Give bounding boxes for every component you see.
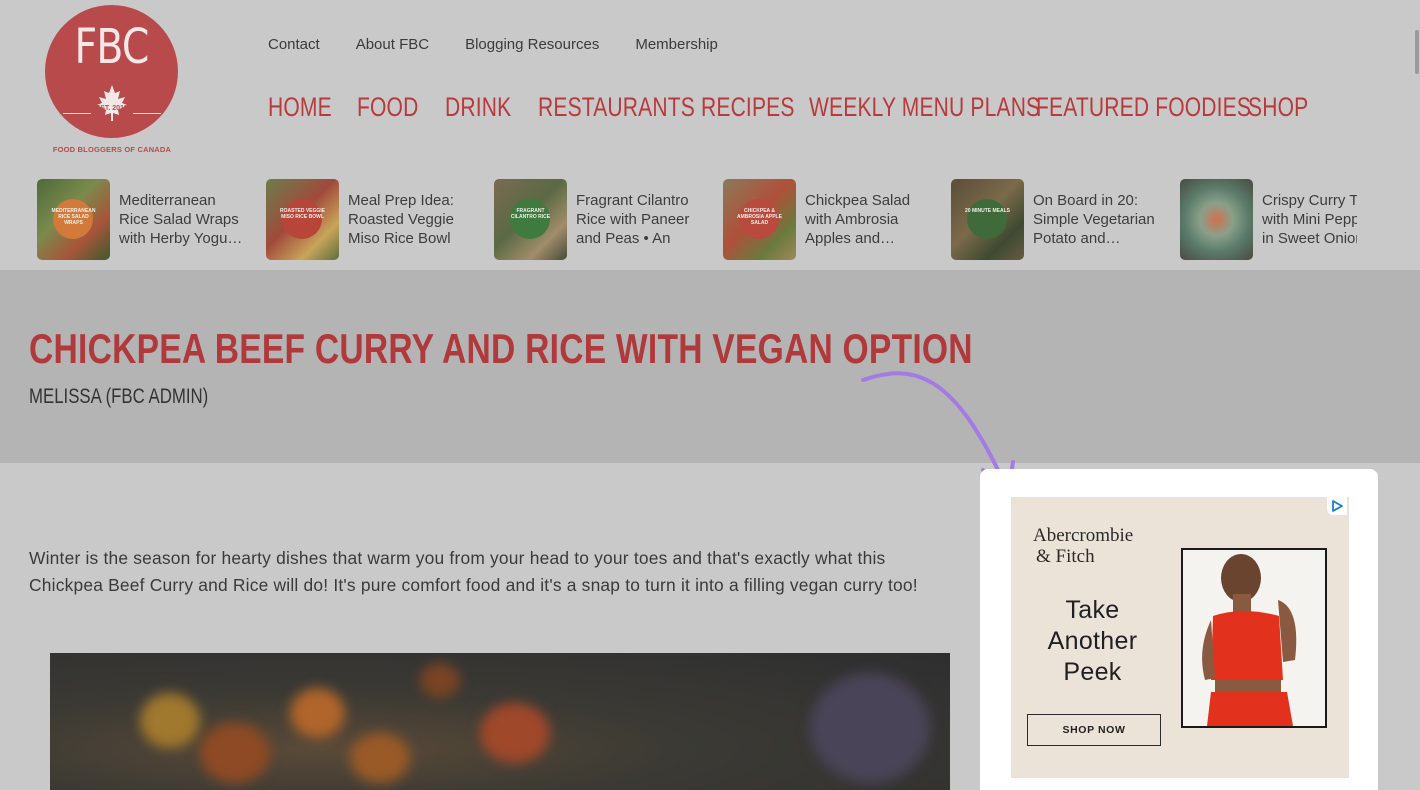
site-logo[interactable]: FBC EST. 2011 FOOD BLOGGERS OF CANADA [45, 5, 179, 155]
logo-caption: FOOD BLOGGERS OF CANADA [52, 145, 172, 154]
hero-blob [810, 673, 930, 783]
main-nav: HOME FOOD DRINK RESTAURANTS RECIPES WEEK… [268, 92, 1334, 123]
ad-model-photo [1181, 548, 1327, 728]
main-nav-drink[interactable]: DRINK [445, 92, 511, 123]
main-nav-weekly-menu-plans[interactable]: WEEKLY MENU PLANS [809, 92, 1040, 123]
top-nav: Contact About FBC Blogging Resources Mem… [268, 36, 754, 53]
ad-brand-line1: Abercrombie [1033, 525, 1134, 546]
adchoices-icon[interactable] [1327, 497, 1347, 515]
hero-blob [480, 703, 550, 763]
ad-headline-line: Take [1065, 596, 1120, 624]
carousel-thumbnail: 20 MINUTE MEALS [951, 179, 1024, 260]
site-header: FBC EST. 2011 FOOD BLOGGERS OF CANADA Co… [0, 0, 1420, 172]
logo-rule-left [63, 113, 91, 114]
ad-brand-name: Abercrombie & Fitch [1033, 525, 1133, 567]
main-nav-food[interactable]: FOOD [357, 92, 418, 123]
hero-blob [420, 663, 460, 698]
top-nav-blogging-resources[interactable]: Blogging Resources [465, 36, 599, 53]
thumbnail-badge [967, 199, 1007, 239]
carousel-thumbnail: CHICKPEA & AMBROSIA APPLE SALAD [723, 179, 796, 260]
carousel-thumbnail [1180, 179, 1253, 260]
post-intro: Winter is the season for hearty dishes t… [29, 548, 918, 595]
thumbnail-text: MEDITERRANEAN RICE SALAD WRAPS [51, 208, 96, 226]
carousel-card-title: Mediterranean Rice Salad Wraps with Herb… [119, 192, 243, 247]
top-nav-contact[interactable]: Contact [268, 36, 320, 53]
ad-brand-line2: & Fitch [1036, 546, 1095, 567]
thumbnail-text: FRAGRANT CILANTRO RICE [510, 208, 551, 220]
carousel-card[interactable]: MEDITERRANEAN RICE SALAD WRAPS Mediterra… [37, 179, 257, 261]
logo-est-label: EST. 2011 [95, 105, 128, 112]
carousel-thumbnail: FRAGRANT CILANTRO RICE [494, 179, 567, 260]
main-nav-featured-foodies[interactable]: FEATURED FOODIES [1036, 92, 1251, 123]
carousel-card[interactable]: CHICKPEA & AMBROSIA APPLE SALAD Chickpea… [723, 179, 943, 261]
carousel-card[interactable]: ROASTED VEGGIE MISO RICE BOWL Meal Prep … [266, 179, 486, 261]
logo-text: FBC [74, 19, 150, 75]
carousel-card-title: Fragrant Cilantro Rice with Paneer and P… [576, 192, 690, 247]
advertisement[interactable]: Abercrombie & Fitch Take Another Peek SH… [1011, 497, 1349, 778]
hero-blob [290, 688, 345, 738]
hero-blob [140, 693, 200, 748]
top-nav-about[interactable]: About FBC [356, 36, 429, 53]
hero-blob [200, 723, 270, 783]
carousel-card[interactable]: FRAGRANT CILANTRO RICE Fragrant Cilantro… [494, 179, 714, 261]
ad-photo-illustration [1183, 550, 1325, 726]
carousel-card-title: Crispy Curry Tofu with Mini Peppers in S… [1262, 192, 1357, 247]
top-nav-membership[interactable]: Membership [635, 36, 718, 53]
related-posts-carousel: MEDITERRANEAN RICE SALAD WRAPS Mediterra… [37, 179, 1357, 261]
ad-headline-line: Another [1047, 627, 1138, 655]
main-nav-home[interactable]: HOME [268, 92, 332, 123]
post-title: CHICKPEA BEEF CURRY AND RICE WITH VEGAN … [29, 325, 973, 372]
post-hero-image [50, 653, 950, 790]
hero-blob [350, 733, 410, 783]
carousel-card[interactable]: 20 MINUTE MEALS On Board in 20: Simple V… [951, 179, 1171, 261]
logo-rule-right [133, 113, 161, 114]
maple-leaf-icon [97, 85, 127, 121]
thumbnail-text: 20 MINUTE MEALS [965, 208, 1011, 214]
page-scrollbar[interactable] [1414, 0, 1420, 790]
carousel-card-title: Chickpea Salad with Ambrosia Apples and… [805, 192, 911, 247]
ad-shop-now-button[interactable]: SHOP NOW [1027, 714, 1161, 746]
thumbnail-text: CHICKPEA & AMBROSIA APPLE SALAD [737, 208, 782, 226]
main-nav-shop[interactable]: SHOP [1248, 92, 1308, 123]
carousel-card-title: Meal Prep Idea: Roasted Veggie Miso Rice… [348, 192, 454, 247]
thumbnail-text: ROASTED VEGGIE MISO RICE BOWL [280, 208, 326, 220]
ad-headline-line: Peek [1063, 658, 1122, 686]
post-author[interactable]: MELISSA (FBC ADMIN) [29, 385, 208, 409]
carousel-thumbnail: MEDITERRANEAN RICE SALAD WRAPS [37, 179, 110, 260]
main-nav-restaurants[interactable]: RESTAURANTS [538, 92, 695, 123]
carousel-card-title: On Board in 20: Simple Vegetarian Potato… [1033, 192, 1155, 247]
scrollbar-thumb[interactable] [1415, 30, 1419, 74]
main-nav-recipes[interactable]: RECIPES [701, 92, 794, 123]
ad-headline: Take Another Peek [1025, 595, 1160, 688]
carousel-card[interactable]: Crispy Curry Tofu with Mini Peppers in S… [1180, 179, 1357, 261]
carousel-thumbnail: ROASTED VEGGIE MISO RICE BOWL [266, 179, 339, 260]
